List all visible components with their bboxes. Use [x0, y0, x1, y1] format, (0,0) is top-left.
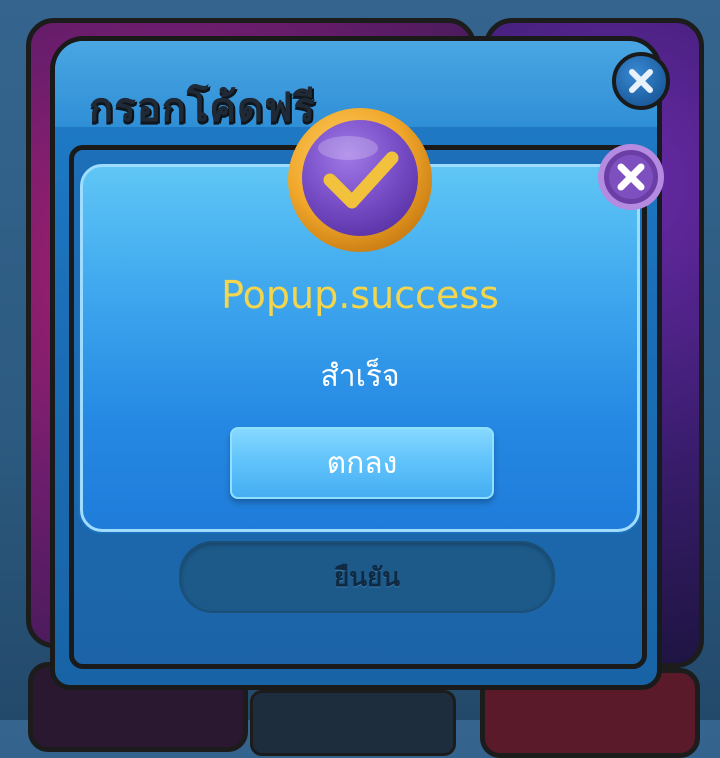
- confirm-button[interactable]: ยืนยัน: [179, 541, 555, 613]
- close-icon: [629, 69, 653, 93]
- popup-close-button[interactable]: [596, 142, 666, 212]
- background-card-bottom-mid: [250, 690, 456, 756]
- dialog-close-button[interactable]: [612, 52, 670, 110]
- popup-title: Popup.success: [221, 273, 499, 317]
- checkmark-icon: [288, 108, 432, 252]
- dialog-title: กรอกโค้ดฟรี: [89, 85, 316, 131]
- ok-button[interactable]: ตกลง: [230, 427, 494, 499]
- popup-message: สำเร็จ: [320, 359, 400, 394]
